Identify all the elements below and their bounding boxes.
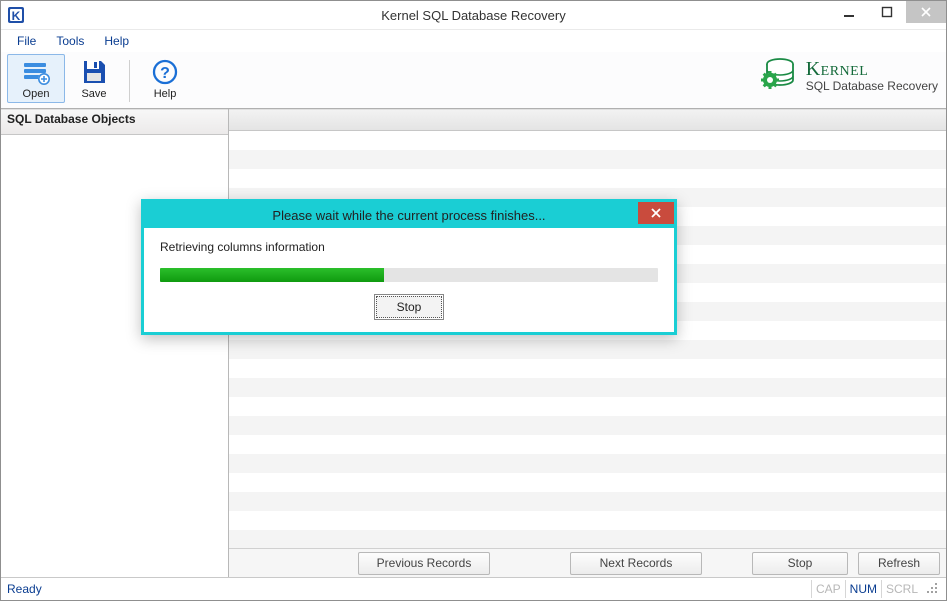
save-button[interactable]: Save [65, 54, 123, 103]
dialog-close-button[interactable] [638, 202, 674, 224]
left-pane-header: SQL Database Objects [1, 109, 228, 135]
close-button[interactable] [906, 1, 946, 23]
stop-button[interactable]: Stop [752, 552, 848, 575]
svg-text:?: ? [160, 65, 170, 82]
toolbar: Open Save ? [1, 52, 946, 109]
menu-file[interactable]: File [9, 32, 44, 50]
status-text: Ready [7, 582, 42, 596]
body-area: SQL Database Objects Previous Records Ne… [1, 109, 946, 577]
progress-bar [160, 268, 658, 282]
statusbar: Ready CAP NUM SCRL [1, 577, 946, 600]
dialog-body: Retrieving columns information Stop [144, 228, 674, 332]
window-controls [830, 1, 946, 29]
toolbar-separator [129, 60, 130, 102]
resize-grip[interactable] [926, 582, 940, 596]
refresh-button[interactable]: Refresh [858, 552, 940, 575]
num-lock-indicator: NUM [845, 580, 881, 598]
brand-logo: Kernel SQL Database Recovery [758, 56, 938, 96]
grid-body[interactable] [229, 131, 946, 548]
dialog-title: Please wait while the current process fi… [272, 208, 545, 223]
progress-fill [160, 268, 384, 282]
menu-tools[interactable]: Tools [48, 32, 92, 50]
menubar: File Tools Help [1, 30, 946, 52]
brand-title: Kernel [806, 58, 938, 80]
previous-records-button[interactable]: Previous Records [358, 552, 490, 575]
svg-text:K: K [12, 9, 21, 23]
help-button[interactable]: ? Help [136, 54, 194, 103]
next-records-button[interactable]: Next Records [570, 552, 702, 575]
caps-lock-indicator: CAP [811, 580, 845, 598]
maximize-button[interactable] [868, 1, 906, 23]
toolbar-group: Open Save ? [7, 50, 194, 110]
database-gear-icon [758, 56, 798, 96]
brand-subtitle: SQL Database Recovery [806, 80, 938, 93]
minimize-button[interactable] [830, 1, 868, 23]
app-icon: K [7, 6, 25, 24]
dialog-status-text: Retrieving columns information [160, 240, 658, 254]
titlebar: K Kernel SQL Database Recovery [1, 1, 946, 30]
open-label: Open [23, 88, 50, 100]
save-icon [79, 57, 109, 87]
open-icon [21, 57, 51, 87]
right-pane: Previous Records Next Records Stop Refre… [229, 109, 946, 577]
help-label: Help [154, 88, 177, 100]
left-pane: SQL Database Objects [1, 109, 229, 577]
help-icon: ? [150, 57, 180, 87]
dialog-stop-button[interactable]: Stop [376, 296, 442, 318]
open-button[interactable]: Open [7, 54, 65, 103]
menu-help[interactable]: Help [96, 32, 137, 50]
window-title: Kernel SQL Database Recovery [1, 8, 946, 23]
progress-dialog: Please wait while the current process fi… [141, 199, 677, 335]
scroll-lock-indicator: SCRL [881, 580, 922, 598]
grid-header [229, 109, 946, 131]
save-label: Save [81, 88, 106, 100]
dialog-titlebar[interactable]: Please wait while the current process fi… [144, 202, 674, 228]
bottom-button-row: Previous Records Next Records Stop Refre… [229, 548, 946, 577]
